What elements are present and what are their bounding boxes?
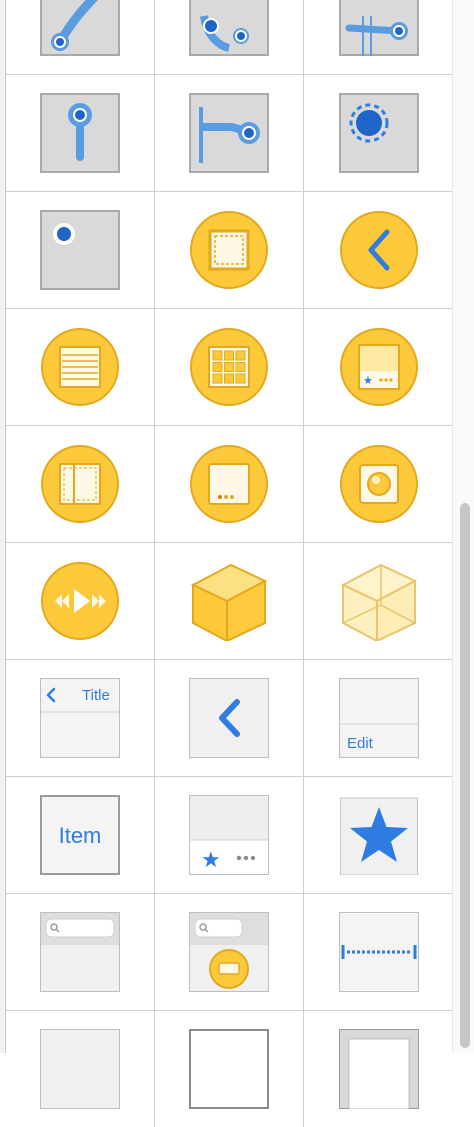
search-bar-icon[interactable] [40, 912, 120, 992]
library-cell[interactable] [6, 426, 155, 542]
library-cell[interactable] [304, 192, 453, 308]
toolbar-icon[interactable]: Edit [338, 678, 419, 758]
vertical-scrollbar[interactable] [452, 0, 474, 1053]
pan-gesture-recognizer-icon[interactable] [40, 0, 120, 56]
swipe-gesture-recognizer-icon[interactable] [189, 0, 269, 56]
long-press-gesture-recognizer-icon[interactable] [40, 93, 120, 173]
library-cell[interactable] [155, 660, 304, 776]
library-cell[interactable] [155, 309, 304, 425]
library-cell[interactable] [155, 426, 304, 542]
library-cell[interactable] [304, 426, 453, 542]
library-cell[interactable] [155, 543, 304, 659]
page-view-controller-icon[interactable] [189, 444, 269, 524]
partial-tile-icon[interactable] [189, 1029, 269, 1109]
library-cell[interactable] [304, 1011, 453, 1127]
av-player-controller-icon[interactable] [40, 561, 120, 641]
library-row [6, 543, 453, 660]
navigation-item-icon[interactable] [189, 678, 269, 758]
library-cell[interactable] [304, 777, 453, 893]
library-row: Item ★ [6, 777, 453, 894]
library-row [6, 0, 453, 75]
storyboard-reference-cube-icon[interactable] [339, 561, 419, 641]
library-cell[interactable] [155, 0, 304, 74]
toolbar-edit-label: Edit [347, 735, 374, 752]
tap-gesture-recognizer-icon[interactable] [338, 93, 419, 173]
back-chevron-controller-icon[interactable] [339, 210, 419, 290]
library-row [6, 426, 453, 543]
library-cell[interactable] [155, 894, 304, 1010]
navigation-controller-icon[interactable] [189, 210, 269, 290]
glkit-view-controller-icon[interactable] [339, 444, 419, 524]
library-cell[interactable]: Item [6, 777, 155, 893]
library-cell[interactable] [6, 192, 155, 308]
library-cell[interactable] [155, 1011, 304, 1127]
library-cell[interactable] [304, 0, 453, 74]
navigation-bar-title: Title [82, 687, 110, 704]
library-row [6, 1011, 453, 1127]
tab-bar-item-star-icon[interactable] [339, 795, 419, 875]
library-cell[interactable] [155, 192, 304, 308]
library-row [6, 894, 453, 1011]
svg-text:★: ★ [201, 848, 221, 873]
library-cell[interactable] [155, 75, 304, 191]
partial-tile-icon[interactable] [338, 1029, 419, 1109]
search-display-controller-icon[interactable] [189, 912, 269, 992]
library-cell[interactable] [6, 1011, 155, 1127]
library-row: ★ [6, 309, 453, 426]
library-cell[interactable]: ★ [155, 777, 304, 893]
screen-edge-pan-gesture-recognizer-icon[interactable] [338, 0, 419, 56]
navigation-bar-icon[interactable]: Title [40, 678, 120, 758]
library-cell[interactable]: Title [6, 660, 155, 776]
pinch-gesture-recognizer-icon[interactable] [189, 93, 269, 173]
library-cell[interactable] [6, 309, 155, 425]
bar-button-item-icon[interactable]: Item [40, 795, 120, 875]
tab-bar-controller-icon[interactable]: ★ [339, 327, 419, 407]
library-cell[interactable] [304, 75, 453, 191]
library-cell[interactable] [6, 543, 155, 659]
view-controller-icon[interactable] [40, 210, 120, 290]
library-cell[interactable] [6, 75, 155, 191]
partial-tile-icon[interactable] [40, 1029, 120, 1109]
library-cell[interactable] [6, 894, 155, 1010]
library-row: Title Edit [6, 660, 453, 777]
split-view-controller-icon[interactable] [40, 444, 120, 524]
library-cell[interactable]: ★ [304, 309, 453, 425]
fixed-space-bar-button-item-icon[interactable] [338, 912, 419, 992]
object-library-grid: ★ Title Edit Item ★ [6, 0, 453, 1127]
collection-view-controller-icon[interactable] [189, 327, 269, 407]
svg-text:★: ★ [363, 374, 373, 387]
object-cube-icon[interactable] [189, 561, 269, 641]
library-cell[interactable] [304, 894, 453, 1010]
bar-button-item-label: Item [59, 823, 102, 848]
tab-bar-icon[interactable]: ★ [189, 795, 269, 875]
library-cell[interactable] [6, 0, 155, 74]
library-cell[interactable]: Edit [304, 660, 453, 776]
library-cell[interactable] [304, 543, 453, 659]
library-row [6, 192, 453, 309]
table-view-controller-icon[interactable] [40, 327, 120, 407]
library-row [6, 75, 453, 192]
scrollbar-thumb[interactable] [460, 503, 470, 1048]
